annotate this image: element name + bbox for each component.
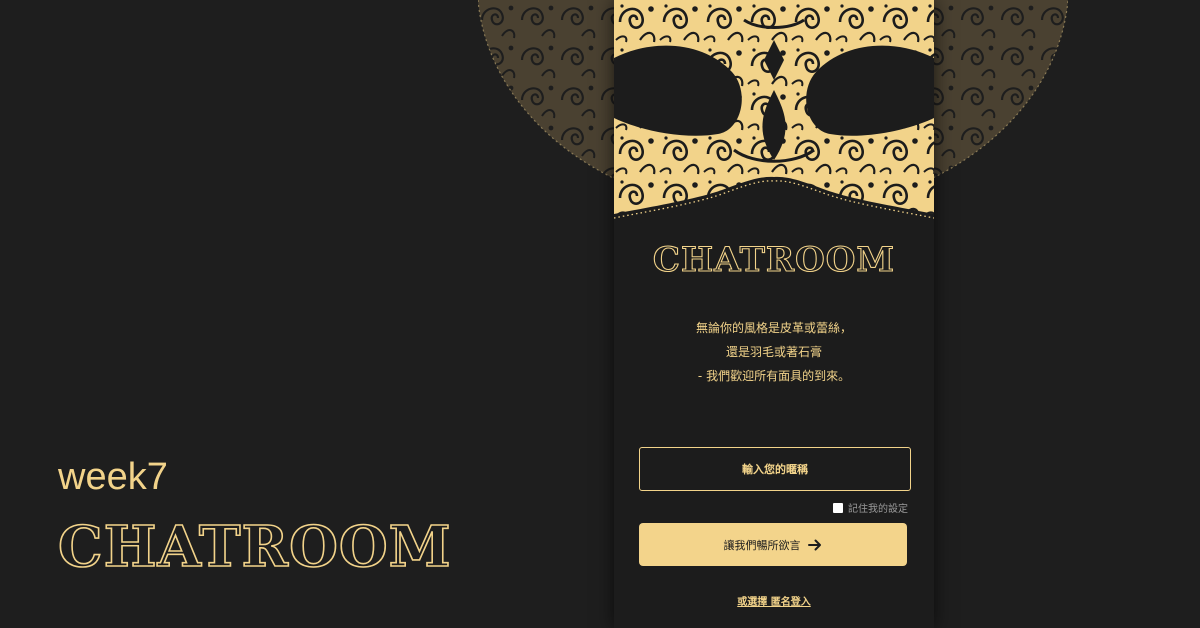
- remember-settings[interactable]: 記住我的設定: [833, 500, 908, 515]
- week-label: week7: [58, 456, 168, 498]
- app-title: CHATROOM: [652, 239, 896, 280]
- enter-chat-button[interactable]: 讓我們暢所欲言: [639, 523, 907, 566]
- tagline-line: 還是羽毛或著石膏: [725, 345, 822, 359]
- anonymous-login-link[interactable]: 或選擇 匿名登入: [614, 593, 934, 608]
- login-panel: CHATROOM 無論你的風格是皮革或蕾絲， 還是羽毛或著石膏 - 我們歡迎所有…: [614, 0, 934, 628]
- remember-label: 記住我的設定: [848, 504, 908, 515]
- masquerade-mask-illustration: [614, 0, 934, 219]
- arrow-right-icon: [807, 539, 821, 550]
- caption-title: CHATROOM: [57, 513, 452, 581]
- remember-checkbox[interactable]: [833, 502, 843, 513]
- welcome-tagline: 無論你的風格是皮革或蕾絲， 還是羽毛或著石膏 - 我們歡迎所有面具的到來。: [614, 316, 934, 388]
- enter-chat-label: 讓我們暢所欲言: [723, 538, 801, 552]
- tagline-line: - 我們歡迎所有面具的到來。: [697, 369, 851, 383]
- nickname-input[interactable]: [639, 447, 911, 491]
- tagline-line: 無論你的風格是皮革或蕾絲，: [695, 321, 852, 335]
- login-screen: week7 CHATROOM CHATROOM 無論你的風格是皮革或蕾絲， 還是…: [0, 0, 1200, 628]
